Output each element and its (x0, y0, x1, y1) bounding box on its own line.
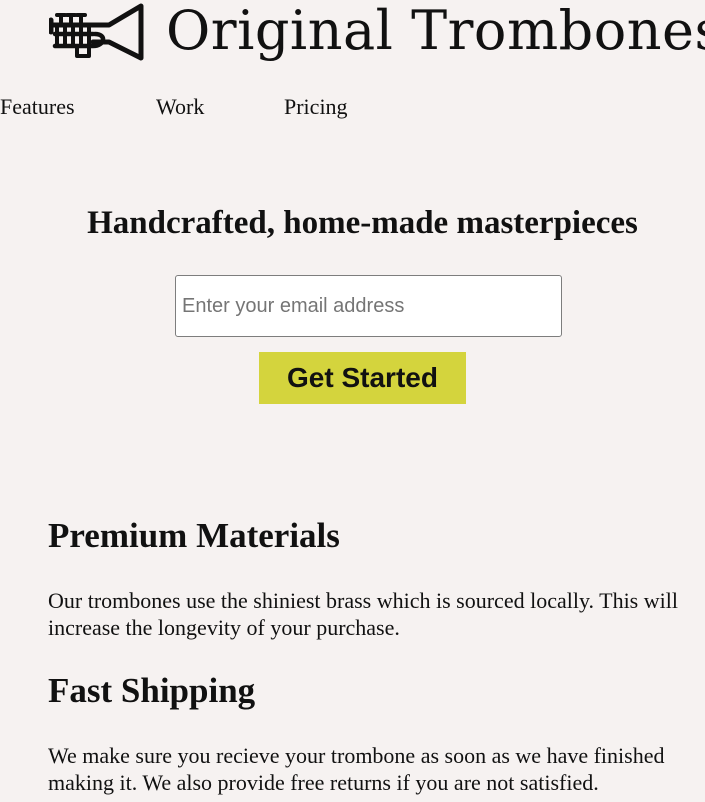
feature-title-premium-materials: Premium Materials (48, 516, 340, 555)
nav-link-work[interactable]: Work (156, 93, 204, 121)
nav-link-features[interactable]: Features (0, 93, 75, 121)
nav-link-pricing[interactable]: Pricing (284, 93, 348, 121)
feature-text-premium-materials: Our trombones use the shiniest brass whi… (48, 588, 678, 640)
get-started-button[interactable]: Get Started (259, 352, 466, 404)
page-header: Original Trombones (0, 0, 705, 80)
brand-name: Original Trombones (166, 0, 705, 62)
email-input[interactable] (175, 275, 562, 337)
feature-title-fast-shipping: Fast Shipping (48, 671, 256, 710)
trumpet-icon (49, 2, 147, 62)
hero-title: Handcrafted, home-made masterpieces (87, 205, 638, 241)
feature-text-fast-shipping: We make sure you recieve your trombone a… (48, 743, 665, 795)
